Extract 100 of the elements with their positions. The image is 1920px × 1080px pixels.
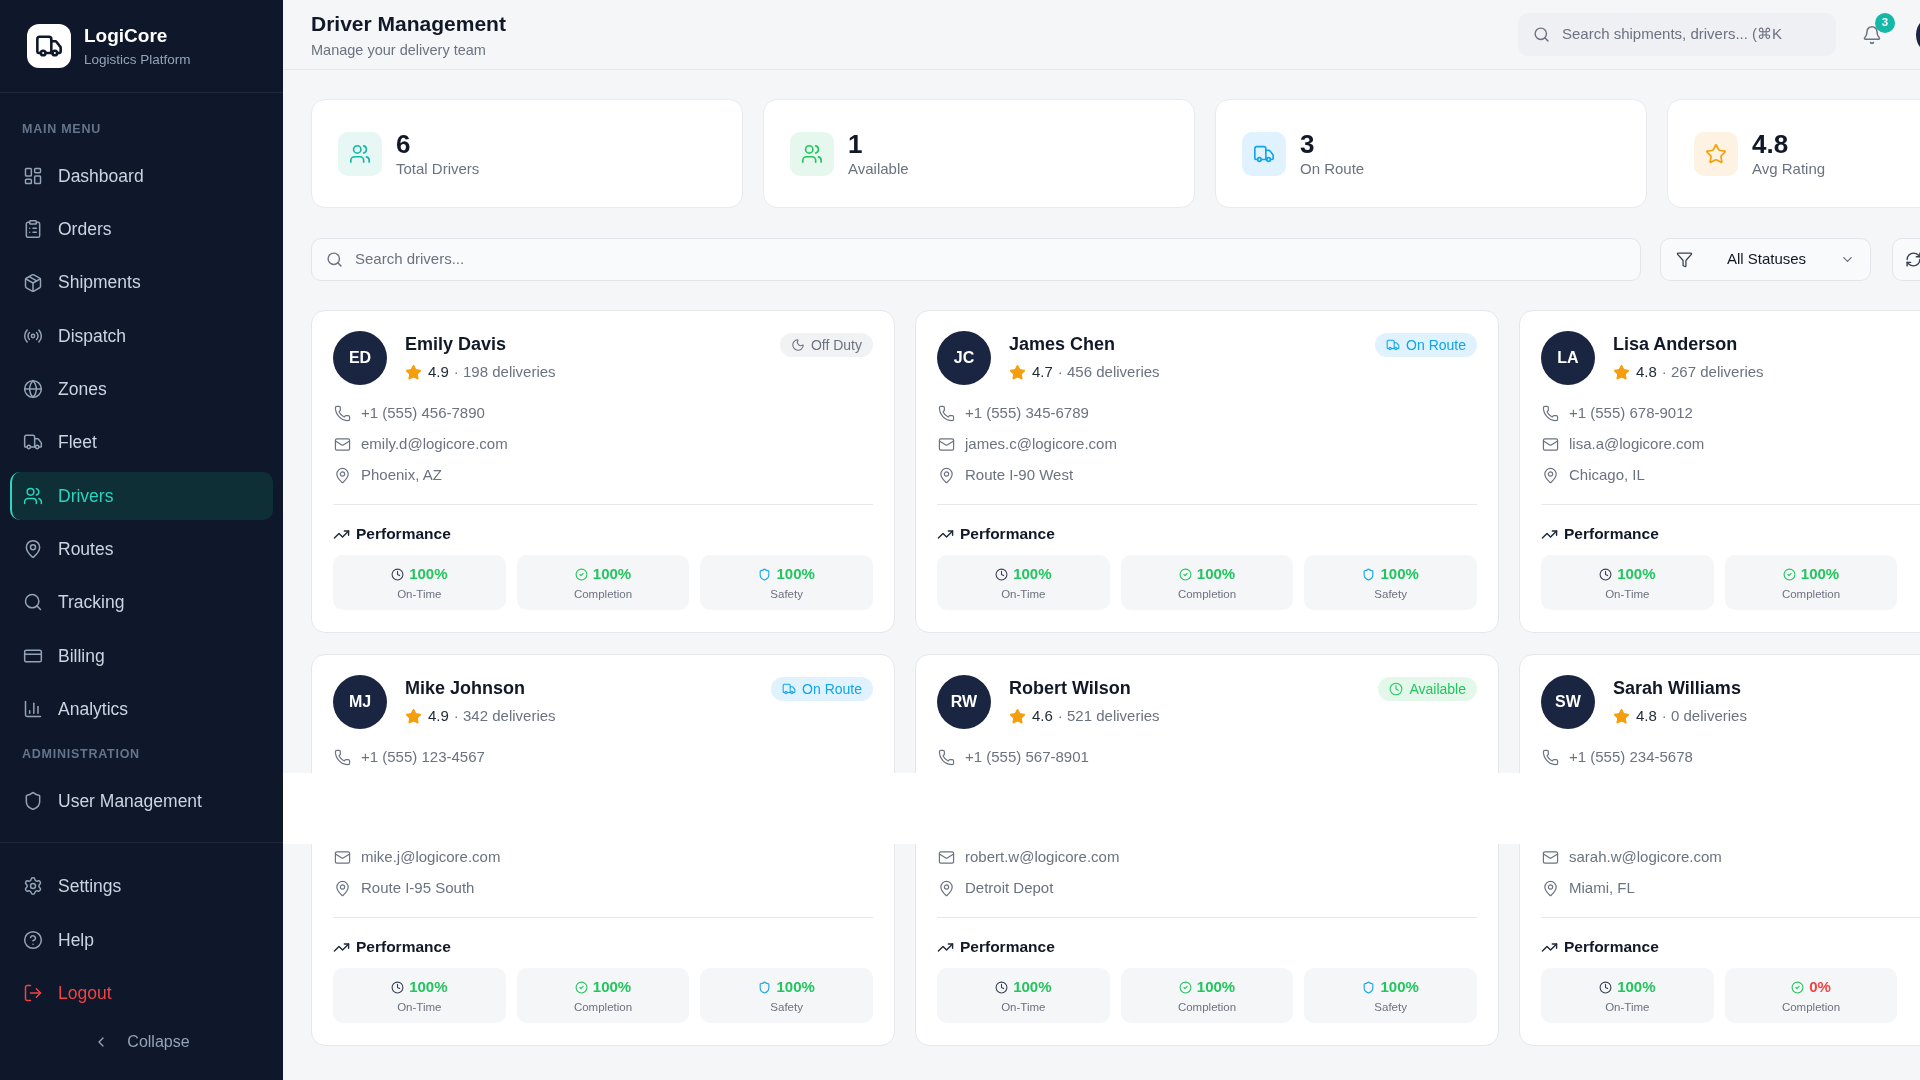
- status-select[interactable]: All Statuses: [1660, 238, 1871, 281]
- mail-icon: [334, 435, 351, 453]
- metric-label: On-Time: [397, 587, 442, 601]
- driver-name: Lisa Anderson: [1613, 333, 1738, 356]
- metric-label: Safety: [1374, 1000, 1407, 1014]
- metric-value: 100%: [1013, 976, 1052, 997]
- metric-value: 100%: [592, 976, 632, 997]
- brand-name: LogiCore: [84, 23, 168, 48]
- nav-item[interactable]: Billing: [10, 631, 273, 680]
- phone-number: +1 (555) 678-9012: [1569, 403, 1693, 423]
- truck-icon: [1386, 338, 1401, 352]
- rating-value: 4.8: [1636, 705, 1657, 726]
- stat-label: Avg Rating: [1752, 158, 1826, 179]
- phone-icon: [1542, 748, 1559, 766]
- metric-label: Safety: [770, 1000, 803, 1014]
- star-icon: [1009, 707, 1026, 725]
- section-title: Performance: [960, 524, 1055, 545]
- metric-label: Completion: [573, 1000, 633, 1014]
- nav-item[interactable]: Zones: [10, 365, 273, 414]
- stat-label: On Route: [1300, 158, 1365, 179]
- initials-avatar: JC: [937, 331, 991, 385]
- nav-item[interactable]: Tracking: [10, 578, 273, 627]
- metric-label: On-Time: [1001, 1000, 1046, 1014]
- location-text: Detroit Depot: [965, 878, 1054, 898]
- stat-label: Available: [848, 158, 909, 179]
- nav-item[interactable]: Help: [10, 915, 273, 964]
- nav-item[interactable]: Logout: [10, 969, 273, 1017]
- nav-item[interactable]: Dashboard: [10, 152, 273, 200]
- driver-name: Robert Wilson: [1009, 677, 1131, 700]
- status-label: Off Duty: [810, 335, 862, 355]
- delivery-count: · 342 deliveries: [453, 705, 556, 726]
- search-field[interactable]: Search shipments, drivers... (⌘K: [1518, 13, 1836, 56]
- search-field[interactable]: Search drivers...: [311, 238, 1641, 281]
- metric-value: 100%: [1617, 976, 1656, 997]
- phone-icon: [334, 404, 351, 422]
- map-pin-icon: [334, 466, 351, 484]
- nav-item[interactable]: Orders: [10, 205, 273, 254]
- driver-name: Sarah Williams: [1613, 677, 1741, 700]
- search-icon: [1533, 26, 1550, 43]
- check-circle-icon: [574, 980, 588, 994]
- rating-value: 4.7: [1032, 361, 1053, 382]
- nav-item[interactable]: Shipments: [10, 258, 273, 307]
- delivery-count: · 267 deliveries: [1661, 361, 1764, 382]
- truck-logo-icon: [27, 24, 71, 68]
- search-icon: [326, 251, 343, 268]
- mail-icon: [334, 848, 351, 866]
- section-heading: ADMINISTRATION: [22, 745, 140, 762]
- map-pin-icon: [334, 879, 351, 897]
- nav-item[interactable]: Routes: [10, 525, 273, 574]
- phone-icon: [938, 748, 955, 766]
- email-address: james.c@logicore.com: [965, 434, 1117, 454]
- rating-value: 4.9: [428, 361, 449, 382]
- box-icon: [23, 272, 43, 293]
- mail-icon: [1542, 435, 1559, 453]
- nav-item[interactable]: Settings: [10, 862, 273, 911]
- shield-icon: [23, 790, 43, 811]
- truck-icon: [782, 682, 797, 696]
- phone-icon: [1542, 404, 1559, 422]
- clock-icon: [1389, 682, 1404, 696]
- section-title: Performance: [356, 937, 451, 958]
- stat-value: 6: [396, 128, 411, 159]
- clock-icon: [995, 567, 1009, 581]
- section-heading: MAIN MENU: [22, 121, 101, 137]
- phone-number: +1 (555) 123-4567: [361, 747, 485, 767]
- mail-icon: [938, 435, 955, 453]
- nav-item[interactable]: Drivers: [10, 471, 273, 520]
- filter-icon: [1676, 251, 1693, 268]
- status-label: On Route: [1406, 335, 1466, 355]
- metric-value: 0%: [1809, 976, 1831, 997]
- rating-value: 4.9: [428, 705, 449, 726]
- star-icon: [1009, 363, 1026, 381]
- metric-label: Completion: [1177, 587, 1237, 601]
- nav-item[interactable]: Dispatch: [10, 311, 273, 360]
- nav-item[interactable]: User Management: [10, 776, 273, 825]
- stat-value: 4.8: [1752, 128, 1789, 159]
- status-label: Available: [1409, 679, 1466, 699]
- metric-value: 100%: [409, 976, 448, 997]
- phone-icon: [938, 404, 955, 422]
- email-address: mike.j@logicore.com: [361, 847, 501, 867]
- metric-value: 100%: [1800, 563, 1840, 584]
- nav-item[interactable]: Analytics: [10, 684, 273, 733]
- location-text: Route I-95 South: [361, 878, 475, 898]
- map-pin-icon: [938, 466, 955, 484]
- star-icon: [1613, 363, 1630, 381]
- collapse-button[interactable]: Collapse: [10, 1022, 273, 1062]
- section-title: Performance: [356, 524, 451, 545]
- shield-icon: [758, 980, 772, 994]
- globe-icon: [23, 379, 43, 400]
- metric-label: On-Time: [397, 1000, 442, 1014]
- section-title: Performance: [1564, 524, 1659, 545]
- delivery-count: · 521 deliveries: [1057, 705, 1160, 726]
- phone-number: +1 (555) 567-8901: [965, 747, 1089, 767]
- mail-icon: [938, 848, 955, 866]
- driver-name: James Chen: [1009, 333, 1116, 356]
- location-text: Chicago, IL: [1569, 465, 1645, 485]
- bar-chart-icon: [23, 698, 43, 719]
- initials-avatar: RW: [937, 675, 991, 729]
- nav-item[interactable]: Fleet: [10, 418, 273, 467]
- delivery-count: · 198 deliveries: [453, 361, 556, 382]
- metric-label: On-Time: [1605, 1000, 1650, 1014]
